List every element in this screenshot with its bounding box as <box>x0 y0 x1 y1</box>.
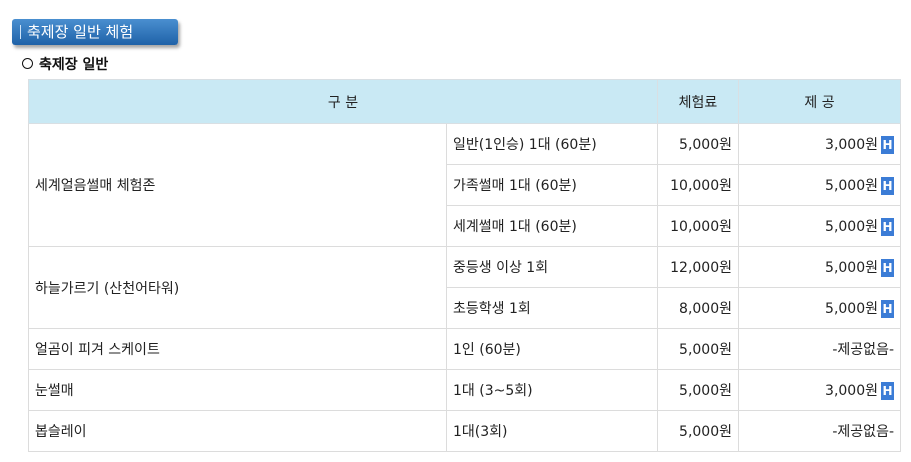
row-fee: 12,000원 <box>657 246 739 288</box>
row-fee: 5,000원 <box>657 369 739 411</box>
row-name: 얼곰이 피겨 스케이트 <box>28 328 447 370</box>
row-name: 봅슬레이 <box>28 410 447 452</box>
provide-value: 3,000원 <box>825 137 878 153</box>
row-option: 일반(1인승) 1대 (60분) <box>446 123 658 165</box>
h-badge-icon: H <box>881 382 894 400</box>
circle-bullet-icon <box>22 58 33 69</box>
subsection-heading: 축제장 일반 <box>22 54 108 74</box>
row-fee: 5,000원 <box>657 328 739 370</box>
table-row: 봅슬레이 1대(3회) 5,000원 -제공없음- <box>28 410 901 452</box>
row-provide: 5,000원 H <box>738 287 901 329</box>
table-row: 세계얼음썰매 체험존 일반(1인승) 1대 (60분) 5,000원 3,000… <box>28 123 901 247</box>
header-fee: 체험료 <box>657 79 739 124</box>
section-title: 축제장 일반 체험 <box>27 23 134 41</box>
provide-value: 3,000원 <box>825 383 878 399</box>
row-name: 세계얼음썰매 체험존 <box>28 123 447 247</box>
h-badge-icon: H <box>881 136 894 154</box>
row-option: 가족썰매 1대 (60분) <box>446 164 658 206</box>
h-badge-icon: H <box>881 300 894 318</box>
table-row: 눈썰매 1대 (3~5회) 5,000원 3,000원 H <box>28 369 901 411</box>
row-name: 눈썰매 <box>28 369 447 411</box>
title-divider <box>20 25 21 39</box>
row-fee: 10,000원 <box>657 164 739 206</box>
row-option: 1대(3회) <box>446 410 658 452</box>
row-provide: -제공없음- <box>738 410 901 452</box>
fee-table: 구 분 체험료 제 공 세계얼음썰매 체험존 일반(1인승) 1대 (60분) … <box>28 79 901 452</box>
row-provide: -제공없음- <box>738 328 901 370</box>
header-provide: 제 공 <box>738 79 901 124</box>
row-fee: 5,000원 <box>657 410 739 452</box>
h-badge-icon: H <box>881 259 894 277</box>
provide-value: 5,000원 <box>825 301 878 317</box>
row-provide: 5,000원 H <box>738 205 901 247</box>
row-fee: 5,000원 <box>657 123 739 165</box>
provide-value: 5,000원 <box>825 260 878 276</box>
provide-value: 5,000원 <box>825 178 878 194</box>
row-provide: 5,000원 H <box>738 246 901 288</box>
row-provide: 3,000원 H <box>738 123 901 165</box>
row-fee: 8,000원 <box>657 287 739 329</box>
row-option: 1인 (60분) <box>446 328 658 370</box>
row-provide: 5,000원 H <box>738 164 901 206</box>
table-row: 얼곰이 피겨 스케이트 1인 (60분) 5,000원 -제공없음- <box>28 328 901 370</box>
subsection-heading-text: 축제장 일반 <box>39 57 109 73</box>
provide-value: 5,000원 <box>825 219 878 235</box>
row-option: 초등학생 1회 <box>446 287 658 329</box>
header-category: 구 분 <box>28 79 658 124</box>
row-option: 세계썰매 1대 (60분) <box>446 205 658 247</box>
row-provide: 3,000원 H <box>738 369 901 411</box>
row-option: 1대 (3~5회) <box>446 369 658 411</box>
row-option: 중등생 이상 1회 <box>446 246 658 288</box>
h-badge-icon: H <box>881 218 894 236</box>
h-badge-icon: H <box>881 177 894 195</box>
section-title-bar: 축제장 일반 체험 <box>12 19 178 45</box>
table-row: 하늘가르기 (산천어타워) 중등생 이상 1회 12,000원 5,000원 H <box>28 246 901 329</box>
table-header-row: 구 분 체험료 제 공 <box>28 79 901 124</box>
row-fee: 10,000원 <box>657 205 739 247</box>
row-name: 하늘가르기 (산천어타워) <box>28 246 447 329</box>
